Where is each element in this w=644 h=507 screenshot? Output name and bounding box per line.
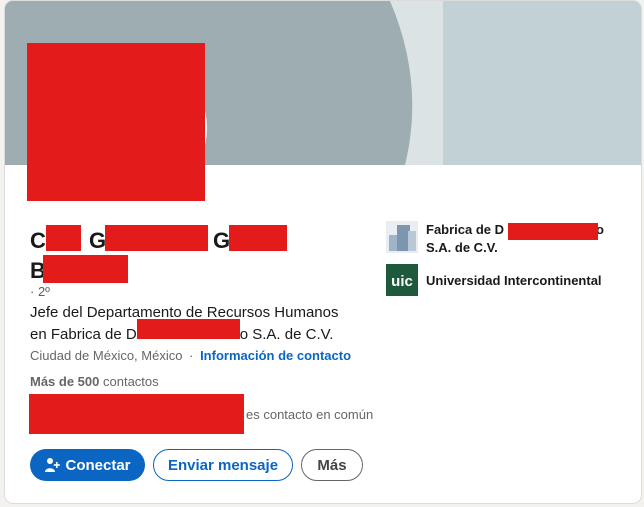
school-logo: uic [386,264,418,296]
organizations-list: Fabrica de Do S.A. de C.V. uic Universid… [386,221,631,307]
send-message-label: Enviar mensaje [167,456,279,474]
contacts-count: Más de 500 [30,374,100,389]
name-initial-1: C [30,228,46,253]
school-logo-text: uic [391,273,413,290]
headline-company-prefix: en Fabrica de D [30,326,137,343]
name-initial-2: G [89,228,107,253]
connect-label: Conectar [65,456,131,474]
connect-button[interactable]: Conectar [30,449,145,481]
redacted-name-2 [105,225,208,251]
contact-info-link[interactable]: Información de contacto [200,348,351,363]
company-logo [386,221,418,253]
headline-company-suffix: o S.A. de C.V. [239,326,334,343]
location-separator: · [189,348,194,363]
more-button[interactable]: Más [301,449,363,481]
redacted-common-contact [29,394,244,434]
redacted-photo [27,43,205,201]
connection-degree: · 2º [30,284,50,299]
location: Ciudad de México, México [30,348,183,363]
location-row: Ciudad de México, México · Información d… [30,348,351,363]
add-person-icon [44,457,61,473]
redacted-name-1 [46,225,81,251]
company-entry[interactable]: Fabrica de Do S.A. de C.V. [386,221,631,255]
redacted-company-name [508,223,598,240]
redacted-company-headline [137,319,240,339]
name-initial-3: G [213,228,231,253]
common-contacts-text[interactable]: es contacto en común [246,407,373,422]
profile-card: C G G B · 2º Jefe del Departamento de Re… [4,0,642,504]
more-label: Más [317,456,347,474]
redacted-name-3 [229,225,287,251]
redacted-name-4 [43,255,128,283]
school-entry[interactable]: uic Universidad Intercontinental [386,264,631,298]
contacts-count-row[interactable]: Más de 500 contactos [30,374,159,389]
school-name: Universidad Intercontinental [426,273,602,288]
contacts-label: contactos [103,374,159,389]
company-name-line-2: S.A. de C.V. [426,240,498,255]
send-message-button[interactable]: Enviar mensaje [153,449,293,481]
company-name-prefix: Fabrica de D [426,222,505,237]
